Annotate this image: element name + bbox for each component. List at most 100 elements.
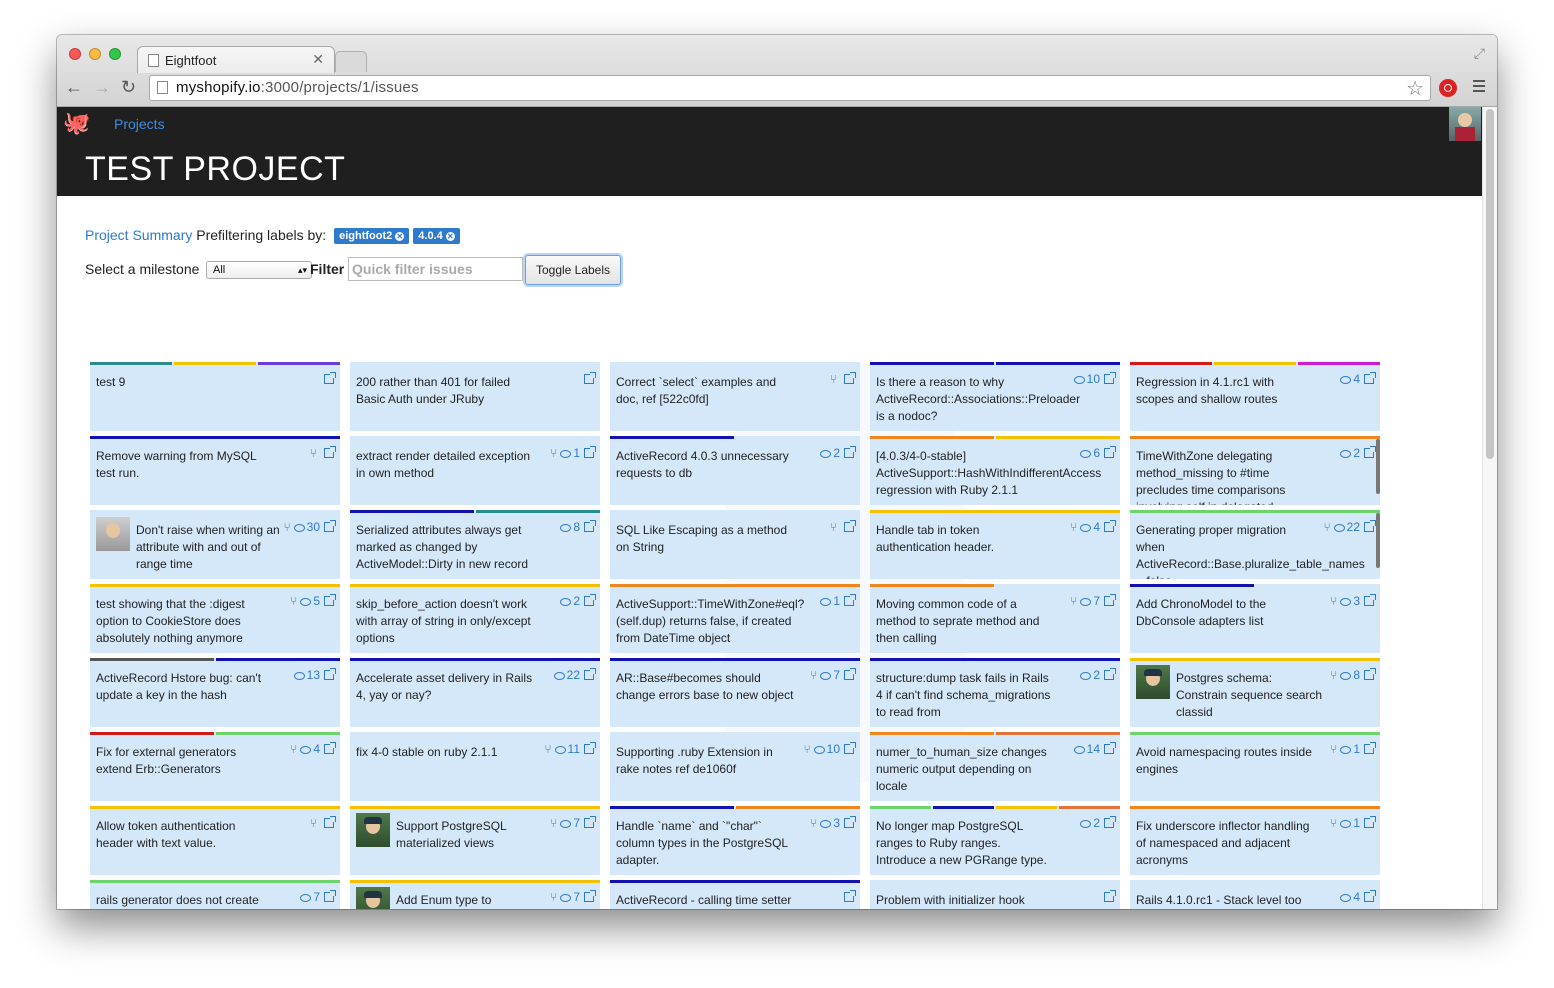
issue-title[interactable]: ActiveRecord Hstore bug: can't update a …: [96, 670, 274, 704]
issue-title[interactable]: Postgres schema: Constrain sequence sear…: [1176, 670, 1326, 721]
external-link-icon[interactable]: [844, 372, 856, 384]
external-link-icon[interactable]: [584, 594, 596, 606]
external-link-icon[interactable]: [324, 890, 336, 902]
issue-card[interactable]: extract render detailed exception in own…: [350, 436, 600, 505]
issue-title[interactable]: Supporting .ruby Extension in rake notes…: [616, 744, 794, 778]
extension-icon[interactable]: [1439, 79, 1457, 97]
issue-title[interactable]: [4.0.3/4-0-stable] ActiveSupport::HashWi…: [876, 448, 1101, 499]
external-link-icon[interactable]: [844, 668, 856, 680]
issue-title[interactable]: ActiveSupport::TimeWithZone#eql?(self.du…: [616, 596, 804, 647]
fullscreen-icon[interactable]: ⤢: [1474, 45, 1485, 62]
issue-card[interactable]: Serialized attributes always get marked …: [350, 510, 600, 579]
external-link-icon[interactable]: [844, 594, 856, 606]
issue-card[interactable]: numer_to_human_size changes numeric outp…: [870, 732, 1120, 801]
card-scrollbar[interactable]: [1376, 439, 1380, 494]
label-badge[interactable]: 4.0.4 ✕: [413, 228, 460, 244]
external-link-icon[interactable]: [1104, 520, 1116, 532]
remove-label-icon[interactable]: ✕: [445, 232, 455, 241]
nav-projects-link[interactable]: Projects: [114, 116, 165, 132]
issue-card[interactable]: Don't raise when writing an attribute wi…: [90, 510, 340, 579]
issue-card[interactable]: Allow token authentication header with t…: [90, 806, 340, 875]
issue-title[interactable]: ActiveRecord 4.0.3 unnecessary requests …: [616, 448, 794, 482]
issue-title[interactable]: fix 4-0 stable on ruby 2.1.1: [356, 744, 534, 761]
issue-card[interactable]: ActiveSupport::TimeWithZone#eql?(self.du…: [610, 584, 860, 653]
issue-title[interactable]: AR::Base#becomes should change errors ba…: [616, 670, 794, 704]
issue-title[interactable]: Moving common code of a method to seprat…: [876, 596, 1054, 647]
issue-card[interactable]: No longer map PostgreSQL ranges to Ruby …: [870, 806, 1120, 875]
external-link-icon[interactable]: [584, 668, 596, 680]
issue-title[interactable]: Correct `select` examples and doc, ref […: [616, 374, 794, 408]
issue-card[interactable]: Handle tab in token authentication heade…: [870, 510, 1120, 579]
project-summary-link[interactable]: Project Summary: [85, 227, 192, 243]
issue-card[interactable]: Moving common code of a method to seprat…: [870, 584, 1120, 653]
external-link-icon[interactable]: [1104, 890, 1116, 902]
issue-card[interactable]: Fix for external generators extend Erb::…: [90, 732, 340, 801]
issue-card[interactable]: Postgres schema: Constrain sequence sear…: [1130, 658, 1380, 727]
issue-card[interactable]: Add ChronoModel to the DbConsole adapter…: [1130, 584, 1380, 653]
browser-tab[interactable]: Eightfoot ✕: [137, 46, 335, 73]
issue-title[interactable]: Serialized attributes always get marked …: [356, 522, 534, 573]
zoom-window-button[interactable]: [109, 48, 121, 60]
page-scrollbar[interactable]: [1482, 107, 1497, 909]
issue-card[interactable]: AR::Base#becomes should change errors ba…: [610, 658, 860, 727]
issue-card[interactable]: test showing that the :digest option to …: [90, 584, 340, 653]
issue-title[interactable]: Generating proper migration when ActiveR…: [1136, 522, 1365, 579]
new-tab-button[interactable]: [335, 51, 367, 72]
issue-card[interactable]: Add Enum type to postgresql adapter's oi…: [350, 880, 600, 909]
external-link-icon[interactable]: [1364, 372, 1376, 384]
issue-card[interactable]: fix 4-0 stable on ruby 2.1.1 ⑂ 11: [350, 732, 600, 801]
issue-card[interactable]: Handle `name` and `"char"` column types …: [610, 806, 860, 875]
issue-card[interactable]: Avoid namespacing routes inside engines ⑂…: [1130, 732, 1380, 801]
filter-input[interactable]: Quick filter issues: [348, 257, 523, 281]
issue-title[interactable]: Rails 4.1.0.rc1 - Stack level too deep w…: [1136, 892, 1314, 909]
issue-title[interactable]: Add ChronoModel to the DbConsole adapter…: [1136, 596, 1314, 630]
external-link-icon[interactable]: [1364, 668, 1376, 680]
minimize-window-button[interactable]: [89, 48, 101, 60]
issue-card[interactable]: SQL Like Escaping as a method on String ⑂: [610, 510, 860, 579]
external-link-icon[interactable]: [1364, 446, 1376, 458]
remove-label-icon[interactable]: ✕: [395, 232, 405, 241]
external-link-icon[interactable]: [1104, 446, 1116, 458]
issue-title[interactable]: ActiveRecord - calling time setter with …: [616, 892, 794, 909]
issue-card[interactable]: Problem with initializer hook: [870, 880, 1120, 909]
issue-title[interactable]: 200 rather than 401 for failed Basic Aut…: [356, 374, 534, 408]
issue-title[interactable]: Regression in 4.1.rc1 with scopes and sh…: [1136, 374, 1314, 408]
scrollbar-thumb[interactable]: [1486, 109, 1494, 459]
card-scrollbar[interactable]: [1376, 513, 1380, 568]
issue-card[interactable]: Rails 4.1.0.rc1 - Stack level too deep w…: [1130, 880, 1380, 909]
external-link-icon[interactable]: [324, 816, 336, 828]
back-icon[interactable]: ←: [65, 77, 83, 98]
external-link-icon[interactable]: [1104, 816, 1116, 828]
issue-card[interactable]: Is there a reason to why ActiveRecord::A…: [870, 362, 1120, 431]
external-link-icon[interactable]: [1364, 742, 1376, 754]
user-avatar[interactable]: [1449, 107, 1481, 141]
milestone-select[interactable]: All ▴▾: [206, 261, 312, 279]
external-link-icon[interactable]: [844, 890, 856, 902]
issue-title[interactable]: skip_before_action doesn't work with arr…: [356, 596, 534, 647]
issue-card[interactable]: Generating proper migration when ActiveR…: [1130, 510, 1380, 579]
issue-card[interactable]: skip_before_action doesn't work with arr…: [350, 584, 600, 653]
external-link-icon[interactable]: [1364, 816, 1376, 828]
issue-card[interactable]: ActiveRecord - calling time setter with …: [610, 880, 860, 909]
external-link-icon[interactable]: [844, 816, 856, 828]
issue-title[interactable]: Avoid namespacing routes inside engines: [1136, 744, 1314, 778]
external-link-icon[interactable]: [1104, 742, 1116, 754]
reload-icon[interactable]: ↻: [121, 77, 136, 98]
bookmark-star-icon[interactable]: ☆: [1406, 76, 1424, 101]
issue-title[interactable]: Remove warning from MySQL test run.: [96, 448, 274, 482]
label-badge[interactable]: eightfoot2 ✕: [334, 228, 410, 244]
issue-card[interactable]: test 9: [90, 362, 340, 431]
issue-title[interactable]: test 9: [96, 374, 274, 391]
external-link-icon[interactable]: [584, 890, 596, 902]
issue-card[interactable]: ActiveRecord 4.0.3 unnecessary requests …: [610, 436, 860, 505]
external-link-icon[interactable]: [1364, 890, 1376, 902]
close-tab-icon[interactable]: ✕: [312, 51, 324, 68]
forward-icon[interactable]: →: [93, 77, 111, 98]
issue-title[interactable]: rails generator does not create associat…: [96, 892, 274, 909]
external-link-icon[interactable]: [1104, 668, 1116, 680]
external-link-icon[interactable]: [1364, 520, 1376, 532]
issue-card[interactable]: TimeWithZone delegating method_missing t…: [1130, 436, 1380, 505]
external-link-icon[interactable]: [844, 742, 856, 754]
issue-title[interactable]: TimeWithZone delegating method_missing t…: [1136, 448, 1314, 505]
external-link-icon[interactable]: [324, 372, 336, 384]
